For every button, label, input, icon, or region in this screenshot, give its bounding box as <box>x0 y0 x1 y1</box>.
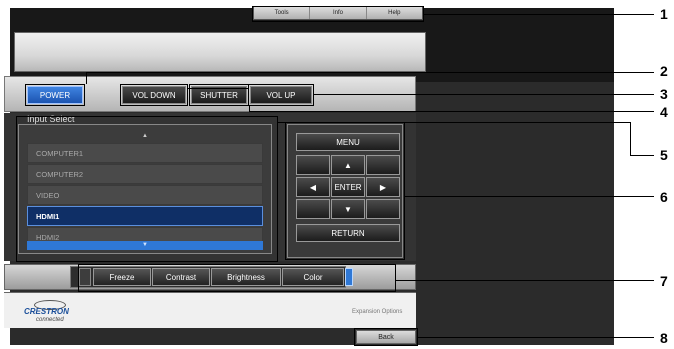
callout-number-7: 7 <box>660 273 668 289</box>
callout-number-1: 1 <box>660 6 668 22</box>
callout-vline-2 <box>86 72 87 84</box>
callout-number-4: 4 <box>660 104 668 120</box>
callout-line-1 <box>424 14 654 15</box>
callout-box-3a <box>120 84 188 106</box>
callout-box-7 <box>78 264 396 292</box>
callout-box-8 <box>354 328 418 346</box>
header-panel <box>14 32 426 72</box>
callout-vline-4 <box>249 106 250 111</box>
callout-line-3 <box>314 94 654 95</box>
expansion-options-link[interactable]: Expansion Options <box>352 309 402 315</box>
crestron-wordmark: CRESTRON <box>24 307 69 316</box>
callout-box-1 <box>252 6 424 22</box>
callout-box-2 <box>25 84 85 106</box>
crestron-connected: connected <box>36 317 64 323</box>
callout-box-5 <box>16 116 278 262</box>
callout-line-6 <box>405 196 654 197</box>
callout-line-3b <box>188 88 248 89</box>
crestron-logo: CRESTRON connected <box>24 300 110 324</box>
callout-box-3b <box>248 84 314 106</box>
callout-vline-5 <box>630 122 631 155</box>
callout-line-2 <box>86 72 654 73</box>
callout-line-8 <box>418 337 654 338</box>
stage: Tools Info Help POWER VOL DOWN SHUTTER V… <box>0 0 674 349</box>
callout-line-4 <box>249 111 654 112</box>
callout-box-6 <box>285 122 405 260</box>
callout-number-3: 3 <box>660 86 668 102</box>
callout-number-6: 6 <box>660 189 668 205</box>
callout-number-8: 8 <box>660 330 668 346</box>
callout-number-5: 5 <box>660 147 668 163</box>
callout-line-7 <box>396 280 654 281</box>
callout-number-2: 2 <box>660 63 668 79</box>
callout-line-5b <box>630 155 654 156</box>
callout-line-5 <box>278 122 630 123</box>
